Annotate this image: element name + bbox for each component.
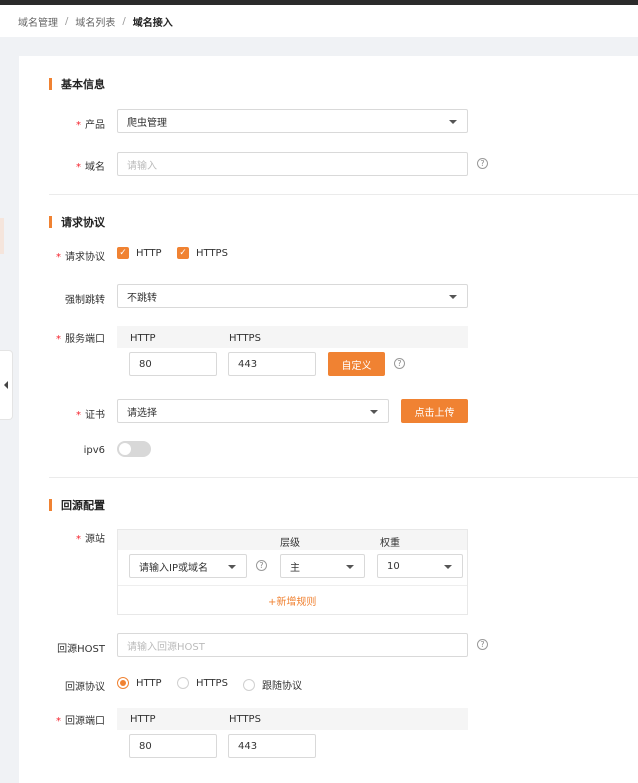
caret-down-icon [346, 565, 354, 569]
section-basic-title: 基本信息 [49, 76, 105, 92]
caret-down-icon [228, 565, 236, 569]
service-port-head-https: HTTPS [229, 333, 261, 344]
left-nav-highlight [0, 218, 4, 254]
origin-protocol-https-radio[interactable]: HTTPS [177, 677, 228, 689]
domain-input[interactable]: 请输入 [117, 152, 468, 176]
origin-port-https-value: 443 [238, 740, 258, 752]
origin-host-label: 回源HOST [57, 644, 105, 655]
port-help-icon[interactable]: ? [394, 358, 405, 369]
origin-protocol-http-radio[interactable]: HTTP [117, 677, 162, 689]
service-port-label: * 服务端口 [56, 334, 105, 345]
domain-help-icon[interactable]: ? [477, 158, 488, 169]
breadcrumb-separator: / [65, 15, 69, 27]
origin-protocol-follow-label: 跟随协议 [262, 681, 302, 692]
product-select-value: 爬虫管理 [127, 117, 167, 129]
ipv6-label: ipv6 [83, 445, 105, 456]
radio-icon [243, 678, 255, 691]
section-protocol-title: 请求协议 [49, 214, 105, 230]
https-checkbox-label: HTTPS [196, 247, 228, 259]
service-port-https-input[interactable]: 443 [228, 352, 316, 376]
cert-select[interactable]: 请选择 [117, 399, 389, 423]
origin-port-http-value: 80 [139, 740, 152, 752]
section-divider [49, 194, 638, 195]
origin-host-input[interactable]: 请输入回源HOST [117, 633, 468, 657]
origin-port-http-input[interactable]: 80 [129, 734, 217, 758]
cert-label: * 证书 [76, 410, 105, 421]
http-checkbox-label: HTTP [136, 247, 162, 259]
origin-port-https-input[interactable]: 443 [228, 734, 316, 758]
section-protocol-label: 请求协议 [61, 216, 105, 229]
service-port-https-value: 443 [238, 358, 258, 370]
section-divider [49, 477, 638, 478]
request-protocol-label: * 请求协议 [56, 252, 105, 263]
breadcrumb: 域名管理 / 域名列表 / 域名接入 [0, 5, 638, 37]
origin-host-help-icon[interactable]: ? [477, 639, 488, 650]
origin-table-divider [118, 585, 467, 586]
service-port-table-header [117, 326, 468, 348]
breadcrumb-domain-management[interactable]: 域名管理 [18, 14, 58, 29]
origin-weight-select[interactable]: 10 [377, 554, 463, 578]
radio-icon [177, 677, 189, 689]
origin-protocol-follow-radio[interactable]: 跟随协议 [243, 677, 302, 692]
section-marker [49, 78, 52, 90]
checkmark-icon: ✓ [117, 247, 129, 259]
product-select[interactable]: 爬虫管理 [117, 109, 468, 133]
radio-selected-icon [117, 677, 129, 689]
service-port-head-http: HTTP [130, 333, 156, 344]
origin-protocol-label: 回源协议 [65, 682, 105, 693]
breadcrumb-current: 域名接入 [132, 17, 173, 29]
http-checkbox[interactable]: ✓ HTTP [117, 247, 162, 259]
section-marker [49, 216, 52, 228]
section-origin-title: 回源配置 [49, 497, 105, 513]
redirect-label: 强制跳转 [65, 295, 105, 306]
toggle-knob [119, 443, 131, 455]
origin-protocol-https-label: HTTPS [196, 677, 228, 689]
origin-ip-select[interactable]: 请输入IP或域名 [129, 554, 247, 578]
origin-port-head-http: HTTP [130, 714, 156, 725]
origin-ip-value: 请输入IP或域名 [139, 562, 208, 574]
caret-left-icon [4, 381, 8, 389]
caret-down-icon [444, 565, 452, 569]
section-origin-label: 回源配置 [61, 499, 105, 512]
redirect-select[interactable]: 不跳转 [117, 284, 468, 308]
service-port-http-value: 80 [139, 358, 152, 370]
domain-label: * 域名 [76, 162, 105, 173]
upload-cert-button[interactable]: 点击上传 [401, 399, 468, 423]
origin-level-select[interactable]: 主 [280, 554, 365, 578]
origin-weight-value: 10 [387, 560, 400, 572]
breadcrumb-domain-list[interactable]: 域名列表 [75, 14, 115, 29]
origin-protocol-http-label: HTTP [136, 677, 162, 689]
origin-site-label: * 源站 [76, 534, 105, 545]
caret-down-icon [449, 295, 457, 299]
origin-port-table-header [117, 708, 468, 730]
caret-down-icon [449, 120, 457, 124]
origin-port-label: * 回源端口 [56, 716, 105, 727]
checkmark-icon: ✓ [177, 247, 189, 259]
cert-select-value: 请选择 [127, 407, 157, 419]
origin-level-value: 主 [290, 562, 300, 574]
origin-port-head-https: HTTPS [229, 714, 261, 725]
origin-weight-head: 权重 [380, 538, 400, 549]
origin-level-head: 层级 [280, 538, 300, 549]
section-marker [49, 499, 52, 511]
caret-down-icon [370, 410, 378, 414]
add-rule-link[interactable]: +新增规则 [268, 593, 316, 608]
product-label: * 产品 [76, 120, 105, 131]
redirect-select-value: 不跳转 [127, 292, 157, 304]
domain-input-placeholder: 请输入 [127, 160, 157, 172]
breadcrumb-separator: / [122, 15, 126, 27]
origin-ip-help-icon[interactable]: ? [256, 560, 267, 571]
ipv6-toggle[interactable] [117, 441, 151, 457]
custom-port-button[interactable]: 自定义 [328, 352, 385, 376]
origin-host-placeholder: 请输入回源HOST [127, 641, 205, 653]
https-checkbox[interactable]: ✓ HTTPS [177, 247, 228, 259]
section-basic-label: 基本信息 [61, 78, 105, 91]
sidebar-toggle[interactable] [0, 350, 13, 420]
service-port-http-input[interactable]: 80 [129, 352, 217, 376]
